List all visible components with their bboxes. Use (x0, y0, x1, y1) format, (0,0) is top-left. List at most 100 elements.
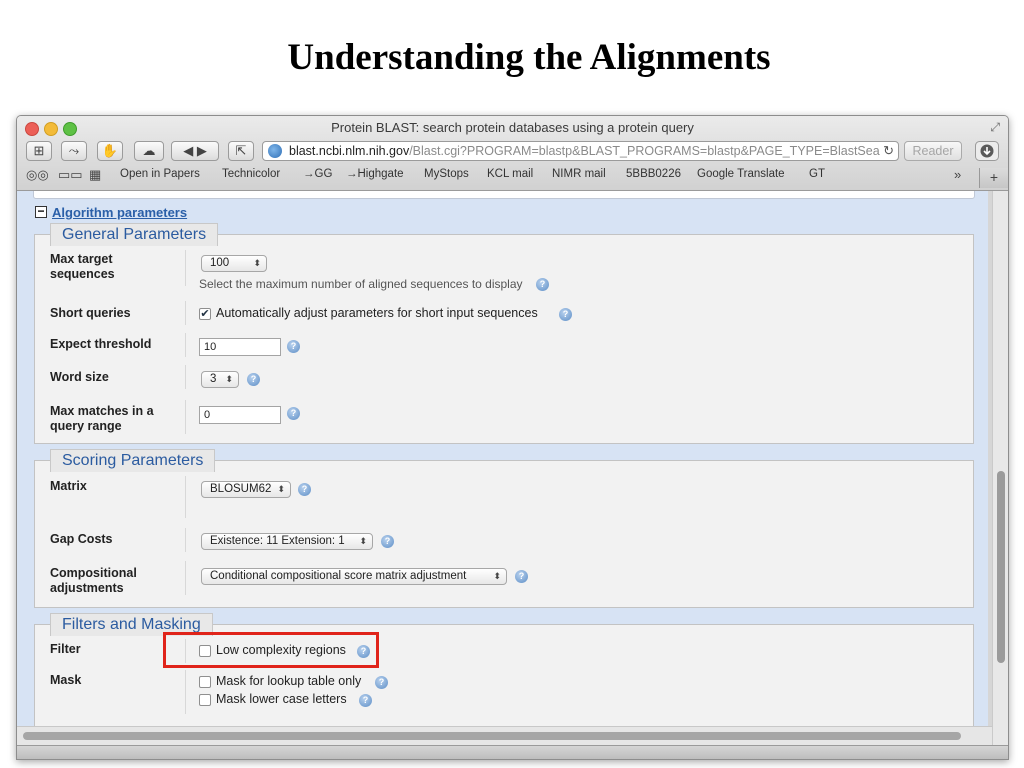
gap-costs-value: Existence: 11 Extension: 1 (210, 535, 345, 547)
gap-costs-select[interactable]: Existence: 11 Extension: 1 ⬍ (201, 533, 373, 550)
bookmark-item[interactable]: KCL mail (487, 168, 533, 180)
bookmark-item[interactable]: →Highgate (346, 168, 404, 180)
help-icon[interactable]: ? (287, 407, 300, 420)
max-matches-input[interactable] (199, 406, 281, 424)
bookmarks-book-icon[interactable]: ▭▭ (58, 167, 83, 183)
new-tab-button[interactable]: + (979, 168, 1008, 188)
max-target-label-line-1: Max target (50, 252, 113, 266)
url-text[interactable]: blast.ncbi.nlm.nih.gov/Blast.cgi?PROGRAM… (289, 144, 880, 158)
compositional-select[interactable]: Conditional compositional score matrix a… (201, 568, 507, 585)
word-size-select[interactable]: 3 ⬍ (201, 371, 239, 388)
bookmark-item[interactable]: MyStops (424, 168, 469, 180)
mask-lower-checkbox[interactable] (199, 694, 211, 706)
help-icon[interactable]: ? (298, 483, 311, 496)
reader-button[interactable]: Reader (904, 141, 962, 161)
fullscreen-icon[interactable]: ⤢ (990, 120, 1000, 135)
divider (185, 365, 186, 389)
select-arrows-icon: ⬍ (359, 536, 367, 546)
mask-lookup-checkbox[interactable] (199, 676, 211, 688)
forward-arrow-icon[interactable]: ▶ (197, 143, 207, 158)
divider (185, 561, 186, 595)
collapse-icon[interactable]: − (35, 205, 47, 218)
hand-button[interactable]: ✋ (97, 141, 123, 161)
help-icon[interactable]: ? (247, 373, 260, 386)
share-button[interactable]: ⤳ (61, 141, 87, 161)
address-bar[interactable]: blast.ncbi.nlm.nih.gov/Blast.cgi?PROGRAM… (262, 141, 899, 161)
short-queries-text: Automatically adjust parameters for shor… (216, 306, 538, 320)
compositional-value: Conditional compositional score matrix a… (210, 570, 467, 582)
max-target-select[interactable]: 100 ⬍ (201, 255, 267, 272)
short-queries-checkbox[interactable]: ✔ (199, 308, 211, 320)
more-bookmarks-icon[interactable]: » (954, 167, 961, 182)
bookmark-item[interactable]: NIMR mail (552, 168, 606, 180)
help-icon[interactable]: ? (375, 676, 388, 689)
max-matches-label: Max matches in a query range (50, 404, 154, 434)
general-parameters-panel: Max target sequences 100 ⬍ Select the maxi… (34, 234, 974, 444)
select-arrows-icon: ⬍ (253, 258, 261, 268)
bookmark-plus-icon: ⊞ (33, 143, 45, 158)
divider (185, 400, 186, 434)
divider (185, 301, 186, 325)
back-forward-buttons[interactable]: ◀ ▶ (171, 141, 219, 161)
add-bookmark-button[interactable]: ⊞ (26, 141, 52, 161)
bookmark-item[interactable]: →GG (303, 168, 332, 180)
expect-threshold-input[interactable] (199, 338, 281, 356)
window-title: Protein BLAST: search protein databases … (331, 120, 694, 135)
globe-icon (268, 144, 282, 158)
divider (185, 476, 186, 518)
vertical-scroll-thumb[interactable] (997, 471, 1005, 663)
back-arrow-icon[interactable]: ◀ (183, 143, 193, 158)
bookmark-item[interactable]: Open in Papers (120, 168, 200, 180)
bookmarks-bar: ◎◎ ▭▭ ▦ Open in Papers Technicolor →GG →… (17, 166, 1008, 190)
vertical-scrollbar[interactable] (992, 191, 1008, 745)
max-matches-label-line-1: Max matches in a (50, 404, 154, 418)
help-icon[interactable]: ? (381, 535, 394, 548)
select-arrows-icon: ⬍ (277, 484, 285, 494)
compositional-label-line-1: Compositional (50, 566, 137, 580)
download-icon[interactable] (975, 141, 999, 161)
bookmark-item[interactable]: 5BBB0226 (626, 168, 681, 180)
horizontal-scroll-thumb[interactable] (23, 732, 961, 740)
scoring-parameters-panel: Matrix BLOSUM62 ⬍ ? Gap Costs Existence: … (34, 460, 974, 608)
divider (185, 250, 186, 286)
select-arrows-icon: ⬍ (225, 374, 233, 384)
compositional-label-line-2: adjustments (50, 581, 124, 595)
previous-section-edge (33, 191, 975, 199)
reload-icon[interactable]: ↻ (883, 143, 894, 159)
algorithm-parameters-link[interactable]: Algorithm parameters (52, 205, 187, 220)
cloud-icon: ☁ (142, 143, 156, 158)
plus-icon: + (989, 169, 999, 185)
compositional-label: Compositional adjustments (50, 566, 137, 596)
url-domain: blast.ncbi.nlm.nih.gov (289, 144, 410, 158)
hand-icon: ✋ (101, 143, 119, 158)
expect-threshold-label: Expect threshold (50, 337, 152, 351)
help-icon[interactable]: ? (536, 278, 549, 291)
help-icon[interactable]: ? (287, 340, 300, 353)
general-parameters-tab: General Parameters (50, 223, 219, 246)
icloud-button[interactable]: ☁ (134, 141, 164, 161)
bookmark-item[interactable]: Google Translate (697, 168, 785, 180)
tool-icon: ⤳ (68, 143, 80, 158)
url-path: /Blast.cgi?PROGRAM=blastp&BLAST_PROGRAMS… (409, 144, 880, 158)
max-target-value: 100 (210, 257, 230, 269)
horizontal-scrollbar[interactable] (17, 726, 992, 745)
help-icon[interactable]: ? (515, 570, 528, 583)
help-icon[interactable]: ? (359, 694, 372, 707)
word-size-value: 3 (210, 373, 217, 385)
bookmark-item[interactable]: Technicolor (222, 168, 280, 180)
bookmark-item[interactable]: GT (809, 168, 825, 180)
mask-lookup-text: Mask for lookup table only (216, 674, 362, 688)
max-target-label-line-2: sequences (50, 267, 115, 281)
share-page-button[interactable]: ⇱ (228, 141, 254, 161)
matrix-value: BLOSUM62 (210, 483, 272, 495)
reading-list-icon[interactable]: ◎◎ (26, 167, 49, 183)
help-icon[interactable]: ? (559, 308, 572, 321)
word-size-label: Word size (50, 370, 109, 384)
short-queries-label: Short queries (50, 306, 131, 320)
gap-costs-label: Gap Costs (50, 532, 113, 546)
scoring-parameters-tab: Scoring Parameters (50, 449, 216, 472)
matrix-select[interactable]: BLOSUM62 ⬍ (201, 481, 291, 498)
top-sites-grid-icon[interactable]: ▦ (89, 167, 101, 183)
browser-toolbar: Protein BLAST: search protein databases … (17, 116, 1008, 191)
mask-lower-text: Mask lower case letters (216, 692, 347, 706)
